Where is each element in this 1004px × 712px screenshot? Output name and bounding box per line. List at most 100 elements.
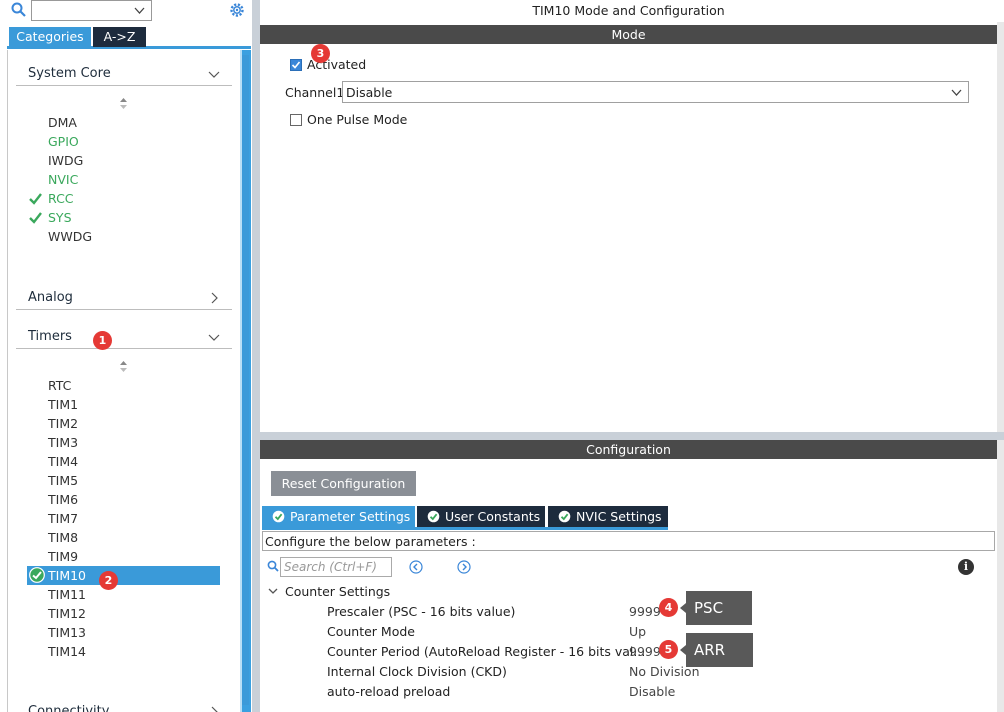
sidebar-item-tim1[interactable]: TIM1 (48, 395, 78, 414)
category-timers[interactable]: Timers (16, 327, 232, 349)
parameters-description: Configure the below parameters : (262, 531, 995, 551)
param-prescaler-value[interactable]: 9999 (629, 604, 661, 619)
step-badge-4: 4 (659, 598, 678, 617)
sidebar-item-tim6[interactable]: TIM6 (48, 490, 78, 509)
sidebar-item-tim11[interactable]: TIM11 (48, 585, 86, 604)
category-label: Connectivity (28, 704, 110, 712)
sidebar-item-tim8[interactable]: TIM8 (48, 528, 78, 547)
left-panel: Categories A->Z System Core DMA GPIO IWD… (0, 0, 252, 712)
tab-label: User Constants (445, 509, 541, 524)
tab-label: NVIC Settings (576, 509, 662, 524)
search-icon[interactable] (11, 2, 26, 17)
param-counter-period-value[interactable]: 9999 (629, 644, 661, 659)
activated-checkbox[interactable] (290, 59, 302, 71)
sidebar-item-tim10[interactable]: TIM10 (48, 566, 86, 585)
counter-settings-group[interactable]: Counter Settings (285, 584, 390, 599)
sort-icon[interactable] (119, 361, 128, 372)
sidebar-item-rcc[interactable]: RCC (48, 189, 74, 208)
check-icon (29, 193, 42, 205)
check-circle-icon (272, 510, 285, 523)
tab-categories[interactable]: Categories (9, 27, 91, 47)
check-circle-icon (427, 510, 440, 523)
tab-label: Parameter Settings (290, 509, 411, 524)
configuration-header: Configuration (260, 440, 997, 459)
check-circle-icon (558, 510, 571, 523)
sidebar-item-wwdg[interactable]: WWDG (48, 227, 92, 246)
param-counter-mode-value[interactable]: Up (629, 624, 646, 639)
sort-icon[interactable] (119, 98, 128, 109)
tab-parameter-settings[interactable]: Parameter Settings (262, 506, 415, 527)
info-icon[interactable]: i (958, 559, 974, 575)
sidebar-item-tim3[interactable]: TIM3 (48, 433, 78, 452)
category-label: Analog (28, 290, 73, 305)
chevron-down-icon[interactable] (208, 68, 220, 80)
sidebar-item-dma[interactable]: DMA (48, 113, 77, 132)
param-counter-mode-name: Counter Mode (327, 624, 415, 639)
channel1-select[interactable]: Disable (342, 81, 969, 103)
chevron-right-icon[interactable] (208, 292, 220, 304)
chevron-down-icon[interactable] (134, 5, 145, 16)
chevron-down-icon[interactable] (951, 87, 962, 98)
mode-panel (260, 0, 1004, 432)
description-text: Configure the below parameters : (265, 534, 476, 549)
search-icon (267, 560, 279, 572)
arr-callout: ARR (680, 633, 753, 667)
psc-callout: PSC (680, 591, 752, 625)
search-placeholder: Search (Ctrl+F) (284, 560, 377, 574)
channel1-value: Disable (346, 85, 393, 100)
sidebar-item-tim12[interactable]: TIM12 (48, 604, 86, 623)
category-connectivity[interactable]: Connectivity (16, 702, 232, 712)
param-counter-period-name: Counter Period (AutoReload Register - 16… (327, 644, 646, 659)
step-badge-2: 2 (99, 571, 118, 590)
psc-callout-label: PSC (694, 599, 724, 617)
chevron-down-icon[interactable] (208, 331, 220, 343)
sidebar-item-iwdg[interactable]: IWDG (48, 151, 83, 170)
sidebar-item-tim14[interactable]: TIM14 (48, 642, 86, 661)
tab-nvic-settings[interactable]: NVIC Settings (548, 506, 668, 527)
gear-icon[interactable] (228, 1, 246, 19)
vertical-splitter[interactable] (252, 0, 260, 712)
arr-callout-label: ARR (694, 641, 726, 659)
callout-pointer (680, 603, 686, 613)
tab-a-z[interactable]: A->Z (93, 27, 146, 47)
one-pulse-checkbox[interactable] (290, 114, 302, 126)
chevron-right-icon[interactable] (208, 706, 220, 712)
sidebar-item-tim2[interactable]: TIM2 (48, 414, 78, 433)
next-icon[interactable] (457, 560, 471, 574)
check-circle-icon (29, 567, 45, 583)
stm32cubemx-window: Categories A->Z System Core DMA GPIO IWD… (0, 0, 1004, 712)
channel1-label: Channel1 (285, 85, 345, 100)
sidebar-item-tim7[interactable]: TIM7 (48, 509, 78, 528)
category-label: Timers (28, 329, 72, 344)
param-auto-reload-name: auto-reload preload (327, 684, 451, 699)
sidebar-item-gpio[interactable]: GPIO (48, 132, 79, 151)
callout-pointer (680, 645, 686, 655)
right-scrollbar[interactable] (997, 22, 1004, 712)
sidebar-item-sys[interactable]: SYS (48, 208, 72, 227)
step-badge-3: 3 (311, 44, 330, 63)
chevron-down-icon[interactable] (268, 586, 278, 596)
previous-icon[interactable] (409, 560, 423, 574)
sidebar-item-tim5[interactable]: TIM5 (48, 471, 78, 490)
mode-header: Mode (260, 25, 997, 44)
left-scrollbar-thumb[interactable] (242, 55, 249, 705)
sidebar-item-tim13[interactable]: TIM13 (48, 623, 86, 642)
parameter-search-input[interactable]: Search (Ctrl+F) (280, 557, 392, 577)
tab-underline (262, 527, 668, 530)
check-icon (29, 212, 42, 224)
sidebar-item-rtc[interactable]: RTC (48, 376, 71, 395)
category-analog[interactable]: Analog (16, 288, 232, 310)
one-pulse-label: One Pulse Mode (307, 112, 408, 127)
param-auto-reload-value[interactable]: Disable (629, 684, 675, 699)
sidebar-item-tim9[interactable]: TIM9 (48, 547, 78, 566)
tab-user-constants[interactable]: User Constants (417, 506, 545, 527)
sidebar-item-tim4[interactable]: TIM4 (48, 452, 78, 471)
horizontal-splitter[interactable] (260, 432, 1004, 440)
param-prescaler-name: Prescaler (PSC - 16 bits value) (327, 604, 516, 619)
sidebar-item-nvic[interactable]: NVIC (48, 170, 78, 189)
category-system-core[interactable]: System Core (16, 64, 232, 86)
search-combo[interactable] (31, 0, 152, 21)
reset-configuration-button[interactable]: Reset Configuration (271, 471, 416, 496)
step-badge-5: 5 (659, 640, 678, 659)
page-title: TIM10 Mode and Configuration (532, 3, 725, 18)
